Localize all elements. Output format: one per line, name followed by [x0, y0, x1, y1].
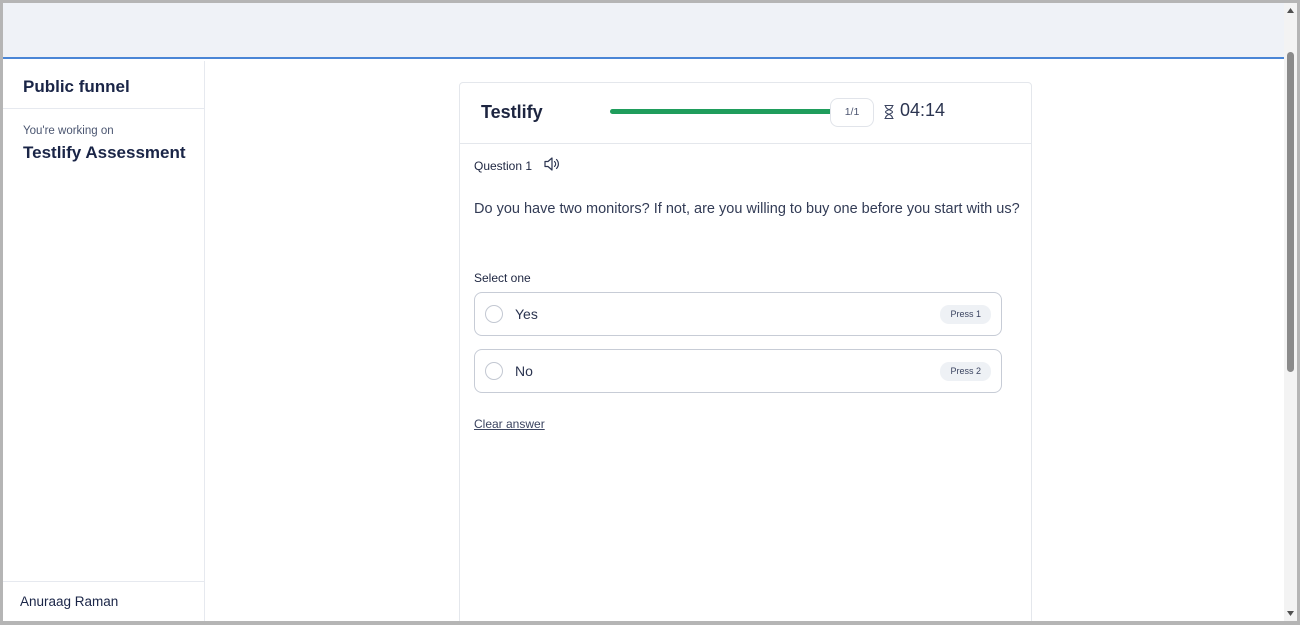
- question-text: Do you have two monitors? If not, are yo…: [474, 201, 1020, 217]
- working-on-label: You're working on: [23, 125, 114, 137]
- radio-button[interactable]: [485, 305, 503, 323]
- shortcut-badge: Press 2: [940, 362, 991, 381]
- progress-bar: [610, 109, 840, 114]
- scroll-up-arrow-icon[interactable]: [1286, 6, 1295, 15]
- sidebar: Public funnel You're working on Testlify…: [3, 61, 205, 621]
- sidebar-header: Public funnel: [3, 61, 204, 109]
- speaker-icon[interactable]: [543, 156, 561, 172]
- timer-value: 04:14: [900, 100, 946, 120]
- shortcut-badge: Press 1: [940, 305, 991, 324]
- working-on-section: You're working on Testlify Assessment: [3, 109, 204, 163]
- card-header: Testlify 1/1 04:14: [460, 83, 1031, 144]
- scrollbar-thumb[interactable]: [1287, 52, 1294, 372]
- option-label: No: [515, 363, 533, 379]
- radio-button[interactable]: [485, 362, 503, 380]
- select-one-label: Select one: [474, 271, 531, 285]
- progress-fill: [610, 109, 840, 114]
- assessment-card: Testlify 1/1 04:14 Question 1 Do you hav…: [459, 82, 1032, 621]
- top-bar: [3, 3, 1287, 59]
- option-no[interactable]: No Press 2: [474, 349, 1002, 393]
- option-label: Yes: [515, 306, 538, 322]
- user-name[interactable]: Anuraag Raman: [3, 581, 205, 621]
- hourglass-icon: [884, 104, 894, 120]
- browser-frame: Public funnel You're working on Testlify…: [0, 0, 1300, 625]
- sidebar-title: Public funnel: [23, 77, 130, 96]
- question-label: Question 1: [474, 159, 533, 173]
- scroll-down-arrow-icon[interactable]: [1286, 609, 1295, 618]
- brand-name: Testlify: [481, 102, 543, 122]
- option-yes[interactable]: Yes Press 1: [474, 292, 1002, 336]
- vertical-scrollbar[interactable]: [1284, 3, 1297, 621]
- assessment-name: Testlify Assessment: [23, 143, 186, 162]
- clear-answer-link[interactable]: Clear answer: [474, 417, 545, 431]
- progress-count: 1/1: [830, 98, 874, 127]
